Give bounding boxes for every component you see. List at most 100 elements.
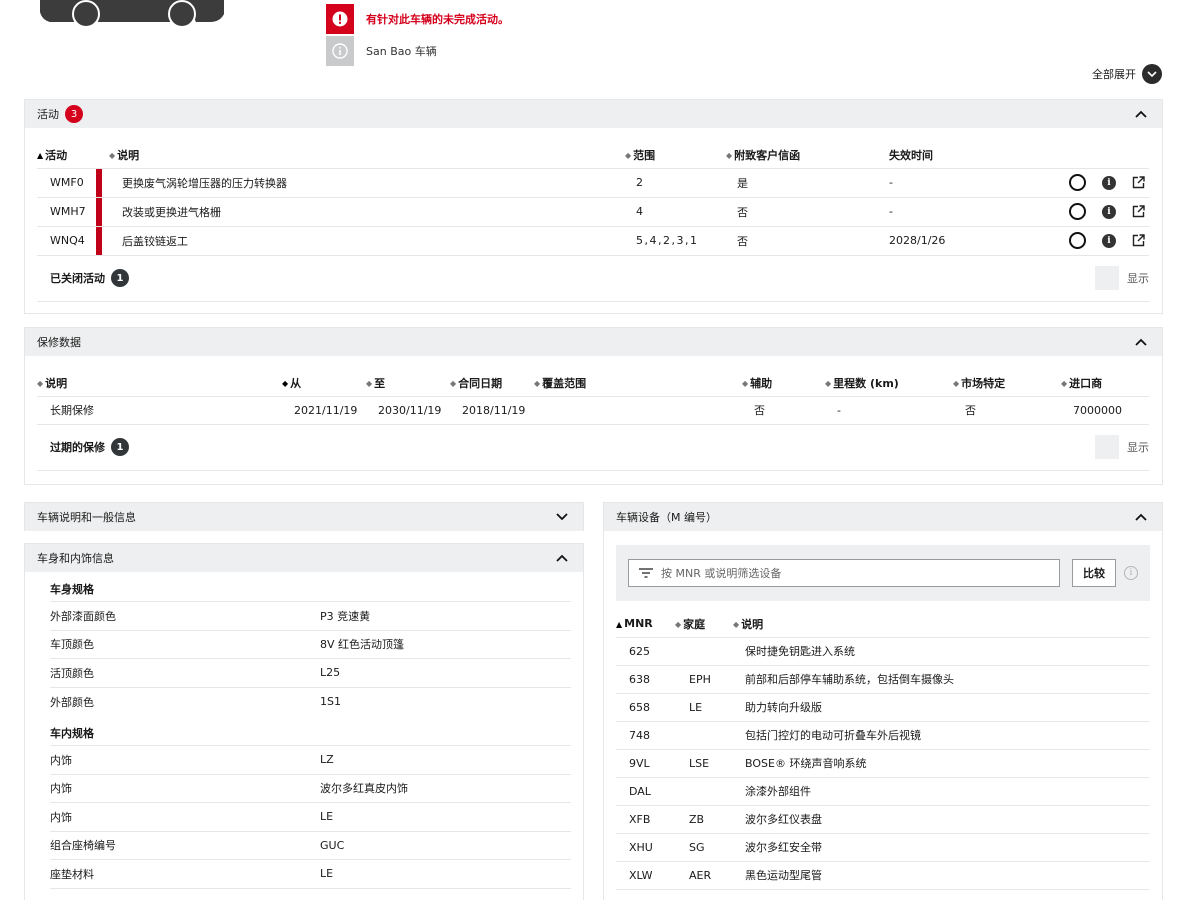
open-campaign-alert: 有针对此车辆的未完成活动。 (326, 4, 509, 34)
spec-value: GUC (320, 838, 345, 852)
warranty-importer: 7000000 (1061, 396, 1149, 425)
col-header-description[interactable]: ◆ 说明 (733, 611, 1149, 638)
info-icon (326, 36, 354, 66)
info-icon[interactable]: i (1102, 204, 1116, 219)
spec-value: 波尔多红真皮内饰 (320, 782, 408, 796)
external-link-icon[interactable] (1132, 176, 1145, 189)
spec-key: 车顶颜色 (50, 638, 94, 652)
campaigns-header[interactable]: 活动 3 (25, 100, 1162, 128)
warranty-title: 保修数据 (37, 336, 81, 349)
sort-icon: ◆ (726, 151, 733, 161)
expand-all-button[interactable]: 全部展开 (1092, 64, 1162, 84)
closed-campaigns-count: 1 (111, 269, 129, 287)
col-header-expiry: 失效时间 (889, 142, 1059, 169)
col-header-family[interactable]: ◆ 家庭 (675, 611, 733, 638)
campaign-description: 后盖铰链返工 (109, 226, 625, 256)
sort-icon: ◆ (675, 620, 682, 630)
body-spec-heading: 车身规格 (50, 572, 571, 602)
chevron-down-icon (1142, 64, 1162, 84)
table-row: WNQ4 后盖铰链返工 5,4,2,3,1 否 2028/1/26 i (37, 226, 1149, 256)
body-interior-title: 车身和内饰信息 (37, 552, 114, 565)
warranty-mileage: - (825, 396, 953, 425)
sort-icon: ◆ (282, 379, 289, 389)
compare-button[interactable]: 比较 (1072, 559, 1116, 587)
status-circle-icon[interactable] (1069, 203, 1086, 220)
col-header-importer[interactable]: ◆ 进口商 (1061, 370, 1149, 397)
show-toggle-box[interactable] (1095, 435, 1119, 459)
info-icon[interactable]: i (1102, 175, 1116, 190)
equipment-filter-input[interactable]: 按 MNR 或说明筛选设备 (628, 559, 1060, 587)
interior-spec-heading: 车内规格 (50, 716, 571, 746)
expired-warranty-label: 过期的保修 (50, 441, 105, 454)
spec-value: P3 竞速黄 (320, 609, 371, 623)
table-header-row: ▲ MNR ◆ 家庭 ◆ 说明 (616, 611, 1149, 638)
col-header-auxiliary[interactable]: ◆ 辅助 (742, 370, 825, 397)
info-icon[interactable]: i (1102, 233, 1116, 248)
show-closed-toggle[interactable]: 显示 (1095, 266, 1149, 290)
spec-key: 外部漆面颜色 (50, 609, 116, 623)
body-interior-header[interactable]: 车身和内饰信息 (25, 544, 583, 572)
table-header-row: ▲ 活动 ◆ 说明 ◆ 范围 ◆ 附致客户信函 失效时间 (37, 142, 1149, 169)
general-info-header[interactable]: 车辆说明和一般信息 (25, 503, 583, 531)
table-row: XLW AER 黑色运动型尾管 (616, 861, 1149, 890)
equipment-table: ▲ MNR ◆ 家庭 ◆ 说明 625 保时捷免钥匙进入系统 638 EPH 前部和后部停车… (616, 611, 1149, 890)
equipment-header[interactable]: 车辆设备（M 编号） (604, 503, 1162, 531)
warranty-auxiliary: 否 (742, 396, 825, 425)
col-header-campaign[interactable]: ▲ 活动 (37, 142, 96, 169)
col-header-contract-date[interactable]: ◆ 合同日期 (450, 370, 534, 397)
chevron-up-icon[interactable] (1134, 510, 1148, 524)
spec-value: 8V 红色活动顶篷 (320, 638, 405, 652)
sort-icon: ◆ (1061, 379, 1068, 389)
warranty-from: 2021/11/19 (282, 396, 366, 425)
col-header-from[interactable]: ◆ 从 (282, 370, 366, 397)
list-item: 外部漆面颜色 P3 竞速黄 (50, 602, 571, 631)
list-item: 组合座椅编号 GUC (50, 832, 571, 860)
status-circle-icon[interactable] (1069, 232, 1086, 249)
col-header-description[interactable]: ◆ 说明 (37, 370, 282, 397)
sort-icon: ◆ (742, 379, 749, 389)
warranty-panel: 保修数据 ◆ 说明 ◆ 从 ◆ 至 ◆ 合同日期 ◆ 覆盖范围 ◆ 辅助 ◆ 里程数 (km)… (24, 327, 1163, 485)
show-expired-toggle[interactable]: 显示 (1095, 435, 1149, 459)
sort-icon: ◆ (534, 379, 541, 389)
sort-icon: ◆ (366, 379, 373, 389)
warranty-contract-date: 2018/11/19 (450, 396, 534, 425)
table-row: WMF0 更换废气涡轮增压器的压力转换器 2 是 - i (37, 168, 1149, 198)
campaign-expiry: - (889, 168, 1059, 198)
sort-icon: ◆ (37, 379, 44, 389)
spec-value: L25 (320, 666, 341, 680)
external-link-icon[interactable] (1132, 205, 1145, 218)
chevron-up-icon[interactable] (1134, 335, 1148, 349)
campaign-description: 改装或更换进气格栅 (109, 197, 625, 227)
list-item: 内饰 LZ (50, 746, 571, 775)
campaign-scope: 5,4,2,3,1 (625, 226, 726, 256)
equipment-title: 车辆设备（M 编号） (616, 511, 717, 524)
filter-icon (639, 568, 653, 578)
expired-warranty-count: 1 (111, 438, 129, 456)
table-row: 658 LE 助力转向升级版 (616, 693, 1149, 722)
col-header-market-specific[interactable]: ◆ 市场特定 (953, 370, 1061, 397)
chevron-up-icon[interactable] (1134, 107, 1148, 121)
col-header-scope[interactable]: ◆ 范围 (625, 142, 726, 169)
col-header-mileage[interactable]: ◆ 里程数 (km) (825, 370, 953, 397)
general-info-title: 车辆说明和一般信息 (37, 511, 136, 524)
campaign-expiry: 2028/1/26 (889, 226, 1059, 256)
sort-icon: ◆ (625, 151, 632, 161)
col-header-to[interactable]: ◆ 至 (366, 370, 450, 397)
status-circle-icon[interactable] (1069, 174, 1086, 191)
col-header-description[interactable]: ◆ 说明 (109, 142, 625, 169)
col-header-coverage[interactable]: ◆ 覆盖范围 (534, 370, 742, 397)
warranty-header[interactable]: 保修数据 (25, 328, 1162, 356)
list-item: 外部颜色 1S1 (50, 688, 571, 717)
show-toggle-box[interactable] (1095, 266, 1119, 290)
external-link-icon[interactable] (1132, 234, 1145, 247)
info-icon[interactable]: i (1124, 566, 1138, 580)
table-row: 625 保时捷免钥匙进入系统 (616, 637, 1149, 666)
sort-icon: ▲ (37, 151, 44, 161)
campaign-code: WNQ4 (37, 226, 96, 256)
col-header-customer-letter[interactable]: ◆ 附致客户信函 (726, 142, 889, 169)
vehicle-alerts: 有针对此车辆的未完成活动。 San Bao 车辆 (326, 4, 509, 68)
chevron-down-icon[interactable] (555, 510, 569, 524)
chevron-up-icon[interactable] (555, 551, 569, 565)
col-header-mnr[interactable]: ▲ MNR (616, 611, 675, 638)
table-row: 638 EPH 前部和后部停车辅助系统，包括倒车摄像头 (616, 665, 1149, 694)
